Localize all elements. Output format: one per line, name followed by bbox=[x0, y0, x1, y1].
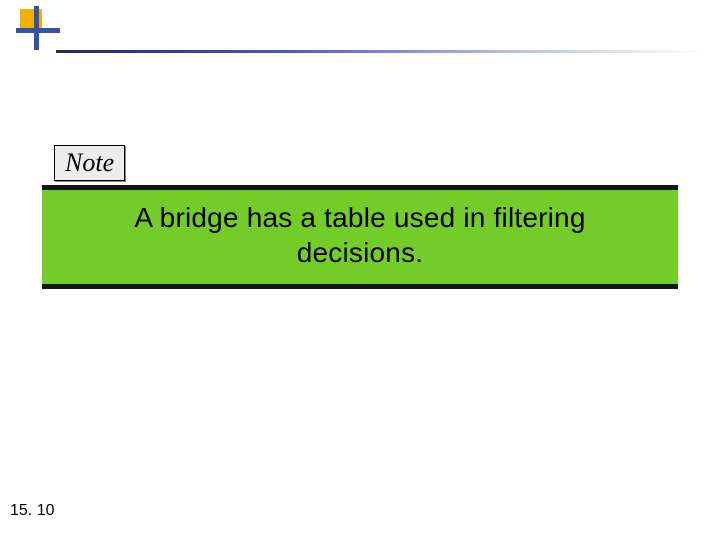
note-badge: Note bbox=[54, 145, 125, 181]
highlight-band: A bridge has a table used in filtering d… bbox=[42, 185, 678, 289]
accent-square-icon bbox=[20, 9, 42, 31]
slide: Note A bridge has a table used in filter… bbox=[0, 0, 720, 540]
header-divider bbox=[56, 50, 706, 53]
highlight-text: A bridge has a table used in filtering d… bbox=[82, 200, 638, 270]
page-number: 15. 10 bbox=[10, 502, 54, 520]
note-label: Note bbox=[65, 148, 114, 177]
slide-corner-ornament bbox=[16, 6, 60, 50]
